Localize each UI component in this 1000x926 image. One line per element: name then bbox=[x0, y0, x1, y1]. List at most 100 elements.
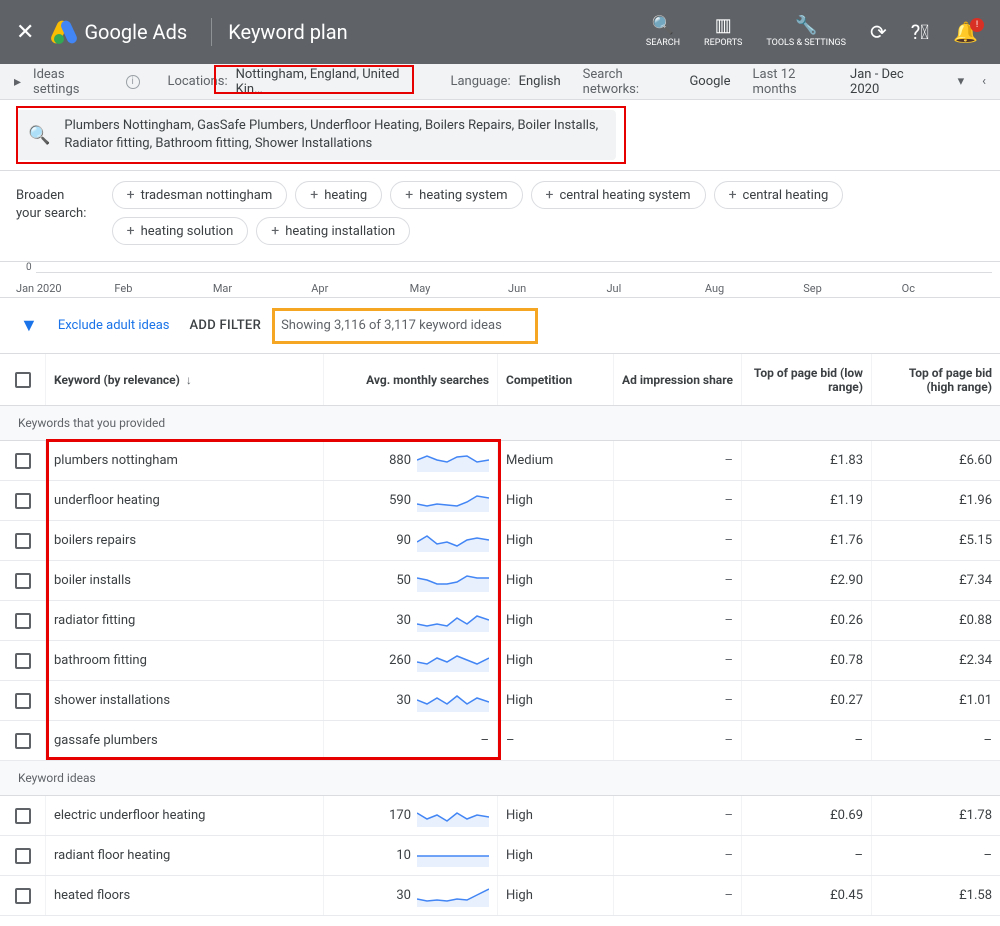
row-checkbox[interactable] bbox=[15, 533, 31, 549]
search-icon: 🔍 bbox=[652, 15, 674, 37]
row-checkbox[interactable] bbox=[15, 613, 31, 629]
cell-keyword[interactable]: boiler installs bbox=[46, 561, 324, 600]
row-checkbox[interactable] bbox=[15, 733, 31, 749]
cell-competition: High bbox=[498, 876, 614, 915]
timeline-tick: May bbox=[410, 282, 508, 295]
cell-bid-high: – bbox=[872, 721, 1000, 760]
filter-icon[interactable]: ▼ bbox=[20, 315, 38, 336]
scroll-left-icon[interactable]: ‹ bbox=[976, 74, 992, 89]
notifications-icon[interactable]: 🔔! bbox=[943, 20, 988, 44]
networks-value[interactable]: Google bbox=[689, 74, 730, 89]
table-row: shower installations 30 High – £0.27 £1.… bbox=[0, 681, 1000, 721]
row-checkbox[interactable] bbox=[15, 808, 31, 824]
cell-impression: – bbox=[614, 836, 742, 875]
cell-avg: 30 bbox=[324, 681, 498, 720]
add-filter-button[interactable]: ADD FILTER bbox=[190, 318, 262, 333]
broaden-chip[interactable]: +central heating bbox=[714, 181, 844, 209]
timeline-tick: Feb bbox=[114, 282, 212, 295]
cell-avg: 30 bbox=[324, 601, 498, 640]
help-icon[interactable]: ?⃝ bbox=[901, 20, 939, 44]
section-ideas: Keyword ideas bbox=[0, 761, 1000, 796]
cell-bid-low: £0.27 bbox=[742, 681, 872, 720]
timeline-tick: Jan 2020 bbox=[16, 282, 114, 295]
exclude-adult-link[interactable]: Exclude adult ideas bbox=[58, 318, 170, 333]
row-checkbox[interactable] bbox=[15, 653, 31, 669]
broaden-chip[interactable]: +central heating system bbox=[531, 181, 706, 209]
broaden-chip[interactable]: +tradesman nottingham bbox=[112, 181, 288, 209]
nav-reports[interactable]: ▥REPORTS bbox=[694, 15, 752, 49]
row-checkbox[interactable] bbox=[15, 453, 31, 469]
cell-bid-high: – bbox=[872, 836, 1000, 875]
select-all-checkbox[interactable] bbox=[15, 372, 31, 388]
broaden-chip[interactable]: +heating system bbox=[390, 181, 522, 209]
nav-search[interactable]: 🔍SEARCH bbox=[636, 15, 690, 49]
plus-icon: + bbox=[271, 223, 279, 239]
nav-tools[interactable]: 🔧TOOLS & SETTINGS bbox=[756, 15, 856, 49]
cell-bid-low: £0.26 bbox=[742, 601, 872, 640]
plus-icon: + bbox=[310, 187, 318, 203]
plus-icon: + bbox=[127, 223, 135, 239]
timeline-tick: Oc bbox=[902, 282, 1000, 295]
keyword-search-bar[interactable]: 🔍 Plumbers Nottingham, GasSafe Plumbers,… bbox=[16, 110, 616, 160]
cell-impression: – bbox=[614, 721, 742, 760]
row-checkbox[interactable] bbox=[15, 693, 31, 709]
col-keyword[interactable]: Keyword (by relevance)↓ bbox=[46, 354, 324, 405]
table-row: plumbers nottingham 880 Medium – £1.83 £… bbox=[0, 441, 1000, 481]
cell-keyword[interactable]: underfloor heating bbox=[46, 481, 324, 520]
cell-bid-high: £5.15 bbox=[872, 521, 1000, 560]
cell-bid-high: £1.96 bbox=[872, 481, 1000, 520]
broaden-label: Broaden your search: bbox=[16, 181, 92, 223]
cell-bid-low: £1.76 bbox=[742, 521, 872, 560]
cell-avg: 90 bbox=[324, 521, 498, 560]
cell-bid-high: £2.34 bbox=[872, 641, 1000, 680]
cell-keyword[interactable]: bathroom fitting bbox=[46, 641, 324, 680]
daterange-value[interactable]: Jan - Dec 2020 bbox=[850, 67, 936, 97]
cell-keyword[interactable]: gassafe plumbers bbox=[46, 721, 324, 760]
language-value[interactable]: English bbox=[519, 74, 561, 89]
table-row: electric underfloor heating 170 High – £… bbox=[0, 796, 1000, 836]
cell-competition: High bbox=[498, 561, 614, 600]
broaden-chip[interactable]: +heating solution bbox=[112, 217, 249, 245]
cell-keyword[interactable]: plumbers nottingham bbox=[46, 441, 324, 480]
table-row: radiator fitting 30 High – £0.26 £0.88 bbox=[0, 601, 1000, 641]
plus-icon: + bbox=[405, 187, 413, 203]
expand-icon[interactable]: ▸ bbox=[8, 74, 27, 90]
cell-avg: 10 bbox=[324, 836, 498, 875]
cell-impression: – bbox=[614, 441, 742, 480]
cell-impression: – bbox=[614, 521, 742, 560]
row-checkbox[interactable] bbox=[15, 493, 31, 509]
row-checkbox[interactable] bbox=[15, 573, 31, 589]
col-bid-high[interactable]: Top of page bid (high range) bbox=[872, 354, 1000, 405]
cell-avg: 880 bbox=[324, 441, 498, 480]
cell-impression: – bbox=[614, 601, 742, 640]
section-provided: Keywords that you provided bbox=[0, 406, 1000, 441]
keyword-table: Keyword (by relevance)↓ Avg. monthly sea… bbox=[0, 354, 1000, 916]
col-avg[interactable]: Avg. monthly searches bbox=[324, 354, 498, 405]
page-title: Keyword plan bbox=[228, 20, 348, 44]
close-icon[interactable]: ✕ bbox=[12, 20, 44, 45]
col-bid-low[interactable]: Top of page bid (low range) bbox=[742, 354, 872, 405]
ideas-settings-label[interactable]: Ideas settings bbox=[33, 67, 114, 97]
info-icon[interactable]: i bbox=[126, 75, 140, 89]
plus-icon: + bbox=[546, 187, 554, 203]
sort-arrow-icon: ↓ bbox=[186, 373, 192, 387]
refresh-icon[interactable]: ⟳ bbox=[860, 20, 897, 44]
col-impression[interactable]: Ad impression share bbox=[614, 354, 742, 405]
broaden-chip[interactable]: +heating installation bbox=[256, 217, 410, 245]
cell-keyword[interactable]: electric underfloor heating bbox=[46, 796, 324, 835]
col-competition[interactable]: Competition bbox=[498, 354, 614, 405]
cell-keyword[interactable]: shower installations bbox=[46, 681, 324, 720]
row-checkbox[interactable] bbox=[15, 848, 31, 864]
cell-keyword[interactable]: boilers repairs bbox=[46, 521, 324, 560]
ideas-settings-bar: ▸ Ideas settings i Locations: Nottingham… bbox=[0, 64, 1000, 100]
broaden-chip[interactable]: +heating bbox=[295, 181, 382, 209]
cell-bid-low: £0.45 bbox=[742, 876, 872, 915]
row-checkbox[interactable] bbox=[15, 888, 31, 904]
cell-keyword[interactable]: radiator fitting bbox=[46, 601, 324, 640]
cell-keyword[interactable]: heated floors bbox=[46, 876, 324, 915]
cell-keyword[interactable]: radiant floor heating bbox=[46, 836, 324, 875]
dropdown-icon[interactable]: ▾ bbox=[958, 74, 965, 89]
showing-count: Showing 3,116 of 3,117 keyword ideas bbox=[281, 318, 502, 333]
google-ads-logo[interactable]: Google Ads bbox=[44, 20, 195, 44]
cell-impression: – bbox=[614, 641, 742, 680]
